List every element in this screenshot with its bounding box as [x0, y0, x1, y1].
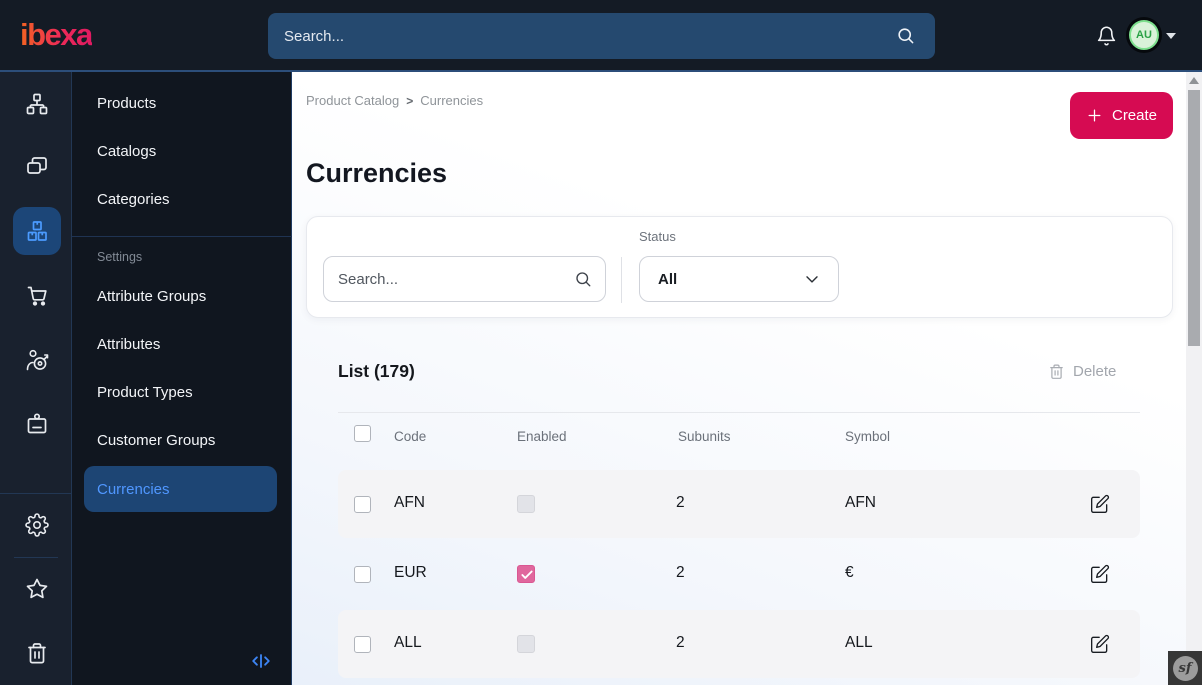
- column-header-symbol: Symbol: [845, 429, 891, 444]
- collapse-sidebar-icon[interactable]: [250, 650, 272, 672]
- edit-icon[interactable]: [1090, 493, 1112, 515]
- sidebar-item-product-types[interactable]: Product Types: [97, 384, 277, 404]
- sidebar-item-categories[interactable]: Categories: [97, 191, 277, 211]
- rail-divider-short: [14, 557, 58, 558]
- bookmarks-star-icon[interactable]: [25, 577, 49, 601]
- search-icon[interactable]: [574, 270, 592, 288]
- customer-badge-icon[interactable]: [25, 412, 49, 436]
- settings-gear-icon[interactable]: [25, 513, 49, 537]
- select-all-checkbox[interactable]: [354, 425, 371, 442]
- row-select-checkbox[interactable]: [354, 496, 371, 513]
- symfony-profiler-badge[interactable]: sf: [1168, 651, 1202, 685]
- sidebar-item-catalogs[interactable]: Catalogs: [97, 143, 277, 163]
- table-row: AFN 2 AFN: [338, 470, 1140, 538]
- scrollbar-up-arrow-icon[interactable]: [1189, 77, 1199, 84]
- column-header-subunits: Subunits: [678, 429, 731, 444]
- breadcrumb-separator: >: [406, 94, 414, 108]
- row-select-checkbox[interactable]: [354, 636, 371, 653]
- delete-button[interactable]: Delete: [1048, 363, 1116, 380]
- column-header-enabled: Enabled: [517, 429, 567, 444]
- rail-divider: [0, 493, 72, 494]
- status-select-value: All: [658, 270, 678, 288]
- table-body: AFN 2 AFN EUR 2 € ALL 2 ALL: [338, 470, 1140, 680]
- product-catalog-active-tile[interactable]: [13, 207, 61, 255]
- breadcrumb-current: Currencies: [420, 93, 484, 108]
- content-tree-icon[interactable]: [25, 92, 49, 116]
- row-select-checkbox[interactable]: [354, 566, 371, 583]
- personalization-icon[interactable]: [25, 348, 49, 372]
- sidebar-item-currencies[interactable]: Currencies: [84, 466, 277, 512]
- chevron-down-icon: [802, 269, 822, 289]
- cart-icon[interactable]: [25, 283, 49, 307]
- table-row: EUR 2 €: [338, 540, 1140, 608]
- symbol-cell: €: [845, 564, 854, 581]
- edit-icon[interactable]: [1090, 563, 1112, 585]
- main-content: Product Catalog > Currencies Create Curren…: [292, 72, 1202, 685]
- trash-icon: [1050, 364, 1063, 379]
- notifications-bell-icon[interactable]: [1096, 25, 1117, 47]
- create-button-label: Create: [1111, 107, 1158, 124]
- sidebar-section-label: Settings: [97, 250, 143, 264]
- table-row: ALL 2 ALL: [338, 610, 1140, 678]
- sidebar-item-products[interactable]: Products: [97, 95, 277, 115]
- symbol-cell: ALL: [845, 634, 873, 651]
- enabled-checkbox[interactable]: [517, 635, 535, 653]
- search-icon[interactable]: [896, 26, 915, 45]
- user-menu-caret-icon[interactable]: [1166, 33, 1176, 39]
- trash-bin-icon[interactable]: [25, 641, 49, 665]
- top-bar: ibexa AU: [0, 0, 1202, 72]
- status-label: Status: [639, 229, 676, 244]
- filter-card: Status All: [306, 216, 1173, 318]
- table-header: Code Enabled Subunits Symbol: [338, 425, 1140, 459]
- column-header-code: Code: [394, 429, 427, 444]
- subunits-cell: 2: [676, 634, 685, 651]
- breadcrumb: Product Catalog > Currencies: [306, 93, 483, 108]
- plus-icon: [1088, 109, 1101, 122]
- breadcrumb-parent[interactable]: Product Catalog: [306, 93, 399, 108]
- enabled-checkbox[interactable]: [517, 495, 535, 513]
- edit-icon[interactable]: [1090, 633, 1112, 655]
- sidebar-item-customer-groups[interactable]: Customer Groups: [97, 432, 277, 452]
- subunits-cell: 2: [676, 494, 685, 511]
- enabled-checkbox[interactable]: [517, 565, 535, 583]
- product-catalog-icon: [25, 219, 49, 243]
- scrollbar-thumb[interactable]: [1188, 90, 1200, 346]
- code-cell: EUR: [394, 564, 427, 581]
- sidebar-item-label: Currencies: [97, 480, 170, 498]
- sidebar-divider: [72, 236, 292, 237]
- checkmark-icon: [521, 570, 533, 579]
- icon-sidebar: [0, 72, 72, 685]
- code-cell: ALL: [394, 634, 422, 651]
- delete-button-label: Delete: [1073, 363, 1117, 380]
- sidebar-item-attribute-groups[interactable]: Attribute Groups: [97, 288, 277, 308]
- list-title: List (179): [338, 361, 415, 381]
- vertical-scrollbar[interactable]: [1186, 72, 1202, 685]
- status-select[interactable]: All: [639, 256, 839, 302]
- sidebar-item-attributes[interactable]: Attributes: [97, 336, 277, 356]
- filter-divider: [621, 257, 622, 303]
- global-search: [268, 13, 935, 59]
- list-search: [323, 256, 606, 302]
- subunits-cell: 2: [676, 564, 685, 581]
- symfony-logo-icon: sf: [1172, 655, 1198, 681]
- pages-icon[interactable]: [25, 154, 49, 178]
- ibexa-logo[interactable]: ibexa: [20, 17, 93, 53]
- user-avatar[interactable]: AU: [1129, 20, 1159, 50]
- secondary-sidebar: Products Catalogs Categories Settings At…: [72, 72, 292, 685]
- create-button[interactable]: Create: [1070, 92, 1173, 139]
- page-title: Currencies: [306, 158, 448, 188]
- code-cell: AFN: [394, 494, 425, 511]
- symbol-cell: AFN: [845, 494, 876, 511]
- global-search-input[interactable]: [268, 13, 935, 59]
- list-divider: [338, 412, 1140, 413]
- list-search-input[interactable]: [323, 256, 606, 302]
